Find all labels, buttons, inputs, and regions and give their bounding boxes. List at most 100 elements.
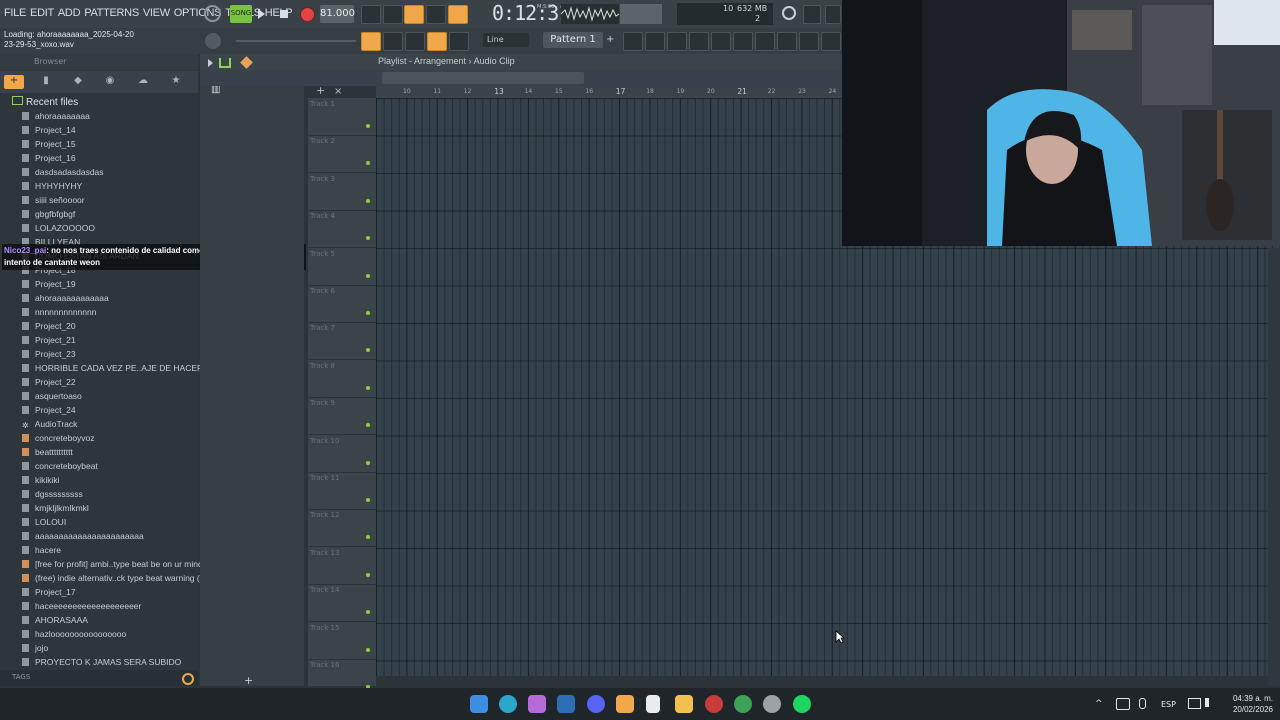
track-mute-led[interactable] bbox=[366, 423, 370, 428]
file-item[interactable]: jojo bbox=[22, 641, 48, 655]
file-item[interactable]: Project_15 bbox=[22, 137, 76, 151]
file-item[interactable]: concreteboyvoz bbox=[22, 431, 95, 445]
file-item[interactable]: Project_23 bbox=[22, 347, 76, 361]
track-mute-led[interactable] bbox=[366, 647, 370, 652]
file-item[interactable]: Project_24 bbox=[22, 403, 76, 417]
play-button[interactable] bbox=[258, 9, 265, 19]
browser-db-icon[interactable]: ◉ bbox=[100, 75, 120, 89]
tray-volume-icon[interactable] bbox=[1205, 698, 1219, 707]
fl-studio-icon[interactable] bbox=[616, 695, 634, 713]
browser-icon[interactable] bbox=[711, 32, 731, 51]
track-header[interactable]: Track 12 bbox=[308, 509, 376, 548]
chrome-icon[interactable] bbox=[734, 695, 752, 713]
track-header[interactable]: Track 11 bbox=[308, 472, 376, 510]
record-button[interactable] bbox=[300, 7, 315, 22]
track-mute-led[interactable] bbox=[366, 385, 370, 390]
file-item[interactable]: LOLAZOOOOO bbox=[22, 221, 95, 235]
menu-patterns[interactable]: PATTERNS bbox=[84, 7, 139, 19]
browser-all-tab[interactable]: + bbox=[4, 75, 24, 89]
vertical-scrollbar[interactable] bbox=[1268, 248, 1280, 686]
file-item[interactable]: Project_21 bbox=[22, 333, 76, 347]
file-item[interactable]: dasdsadasdasdas bbox=[22, 165, 104, 179]
track-header[interactable]: Track 2 bbox=[308, 135, 376, 174]
add-track-button[interactable]: + bbox=[244, 674, 253, 687]
file-item[interactable]: Project_17 bbox=[22, 585, 76, 599]
browser-favorites-icon[interactable]: ★ bbox=[166, 75, 186, 89]
file-item[interactable]: aaaaaaaaaaaaaaaaaaaaaaa bbox=[22, 529, 144, 543]
track-header[interactable]: Track 15 bbox=[308, 622, 376, 660]
arrow-icon[interactable] bbox=[383, 32, 403, 51]
file-item[interactable]: PROYECTO K JAMAS SERA SUBIDO bbox=[22, 655, 181, 669]
tray-mic-icon[interactable] bbox=[1139, 698, 1146, 709]
track-header[interactable]: Track 10 bbox=[308, 435, 376, 473]
file-item[interactable]: siiii señoooor bbox=[22, 193, 85, 207]
track-mute-led[interactable] bbox=[366, 572, 370, 577]
piano-roll-icon[interactable] bbox=[645, 32, 665, 51]
track-header[interactable]: Track 3 bbox=[308, 173, 376, 211]
file-item[interactable]: (free) indie alternativ..ck type beat wa… bbox=[22, 571, 207, 585]
recent-files-folder[interactable]: Recent files bbox=[12, 96, 78, 108]
loop-record-icon[interactable] bbox=[448, 5, 468, 24]
close-icon[interactable]: × bbox=[334, 86, 342, 97]
track-mute-led[interactable] bbox=[366, 535, 370, 540]
playlist-window-icon[interactable] bbox=[361, 32, 381, 51]
file-item[interactable]: AHORASAAA bbox=[22, 613, 88, 627]
metronome-icon[interactable] bbox=[361, 5, 381, 24]
file-item[interactable]: gbgfbfgbgf bbox=[22, 207, 75, 221]
track-header[interactable]: Track 6 bbox=[308, 285, 376, 323]
shop-icon[interactable] bbox=[821, 32, 841, 51]
file-item[interactable]: asquertoaso bbox=[22, 389, 82, 403]
track-mute-led[interactable] bbox=[366, 124, 370, 128]
track-mute-led[interactable] bbox=[366, 161, 370, 166]
file-item[interactable]: Project_14 bbox=[22, 123, 76, 137]
file-item[interactable]: kikikiki bbox=[22, 473, 60, 487]
file-item[interactable]: ahoraaaaaaaaaaaa bbox=[22, 291, 109, 305]
vscode-icon[interactable] bbox=[557, 695, 575, 713]
copilot-icon[interactable] bbox=[528, 695, 546, 713]
plugin-icon[interactable] bbox=[755, 32, 775, 51]
discord-icon[interactable] bbox=[587, 695, 605, 713]
snap-selector[interactable]: Line bbox=[483, 33, 529, 47]
undo-icon[interactable] bbox=[782, 6, 796, 20]
track-mute-led[interactable] bbox=[366, 311, 370, 315]
track-header[interactable]: Track 1 bbox=[308, 98, 376, 136]
track-header[interactable]: Track 4 bbox=[308, 210, 376, 249]
countdown-icon[interactable] bbox=[404, 5, 424, 24]
stamp-icon[interactable] bbox=[449, 32, 469, 51]
track-header[interactable]: Track 5 bbox=[308, 248, 376, 286]
track-header[interactable]: Track 8 bbox=[308, 360, 376, 398]
spotify-icon[interactable] bbox=[793, 695, 811, 713]
track-mute-led[interactable] bbox=[366, 348, 370, 353]
browser-files-icon[interactable]: ▮ bbox=[36, 75, 56, 89]
file-item[interactable]: beatttttttttt bbox=[22, 445, 73, 459]
windows-start-icon[interactable] bbox=[470, 695, 488, 713]
language-indicator[interactable]: ESP bbox=[1161, 700, 1176, 709]
file-item[interactable]: ahoraaaaaaaa bbox=[22, 109, 90, 123]
menu-edit[interactable]: EDIT bbox=[30, 7, 54, 19]
file-item[interactable]: kmjkljlkmlkmkl bbox=[22, 501, 89, 515]
tools-icon[interactable] bbox=[777, 32, 797, 51]
microphone-icon[interactable] bbox=[825, 5, 841, 24]
file-item[interactable]: Project_19 bbox=[22, 277, 76, 291]
add-pattern-button[interactable]: + bbox=[606, 34, 616, 46]
track-mute-led[interactable] bbox=[366, 273, 370, 278]
master-volume-knob[interactable] bbox=[204, 5, 221, 22]
track-mute-led[interactable] bbox=[366, 460, 370, 465]
track-mute-led[interactable] bbox=[366, 198, 370, 203]
menu-file[interactable]: FILE bbox=[4, 7, 26, 19]
song-mode-toggle[interactable]: SONG bbox=[230, 5, 252, 23]
file-item[interactable]: haceeeeeeeeeeeeeeeeeeer bbox=[22, 599, 141, 613]
tray-chevron-icon[interactable]: ^ bbox=[1095, 699, 1103, 709]
file-icon[interactable] bbox=[646, 695, 660, 713]
playlist-icon[interactable] bbox=[623, 32, 643, 51]
main-pitch-knob[interactable] bbox=[205, 33, 221, 49]
draw-icon[interactable] bbox=[405, 32, 425, 51]
file-item[interactable]: ✲ AudioTrack bbox=[22, 417, 77, 431]
news-icon[interactable] bbox=[799, 32, 819, 51]
capture-icon[interactable] bbox=[705, 695, 723, 713]
file-explorer-icon[interactable] bbox=[675, 695, 693, 713]
horizontal-scrollbar[interactable] bbox=[382, 72, 584, 84]
file-item[interactable]: dgsssssssss bbox=[22, 487, 83, 501]
tray-display-icon[interactable] bbox=[1188, 698, 1201, 709]
file-item[interactable]: Project_16 bbox=[22, 151, 76, 165]
